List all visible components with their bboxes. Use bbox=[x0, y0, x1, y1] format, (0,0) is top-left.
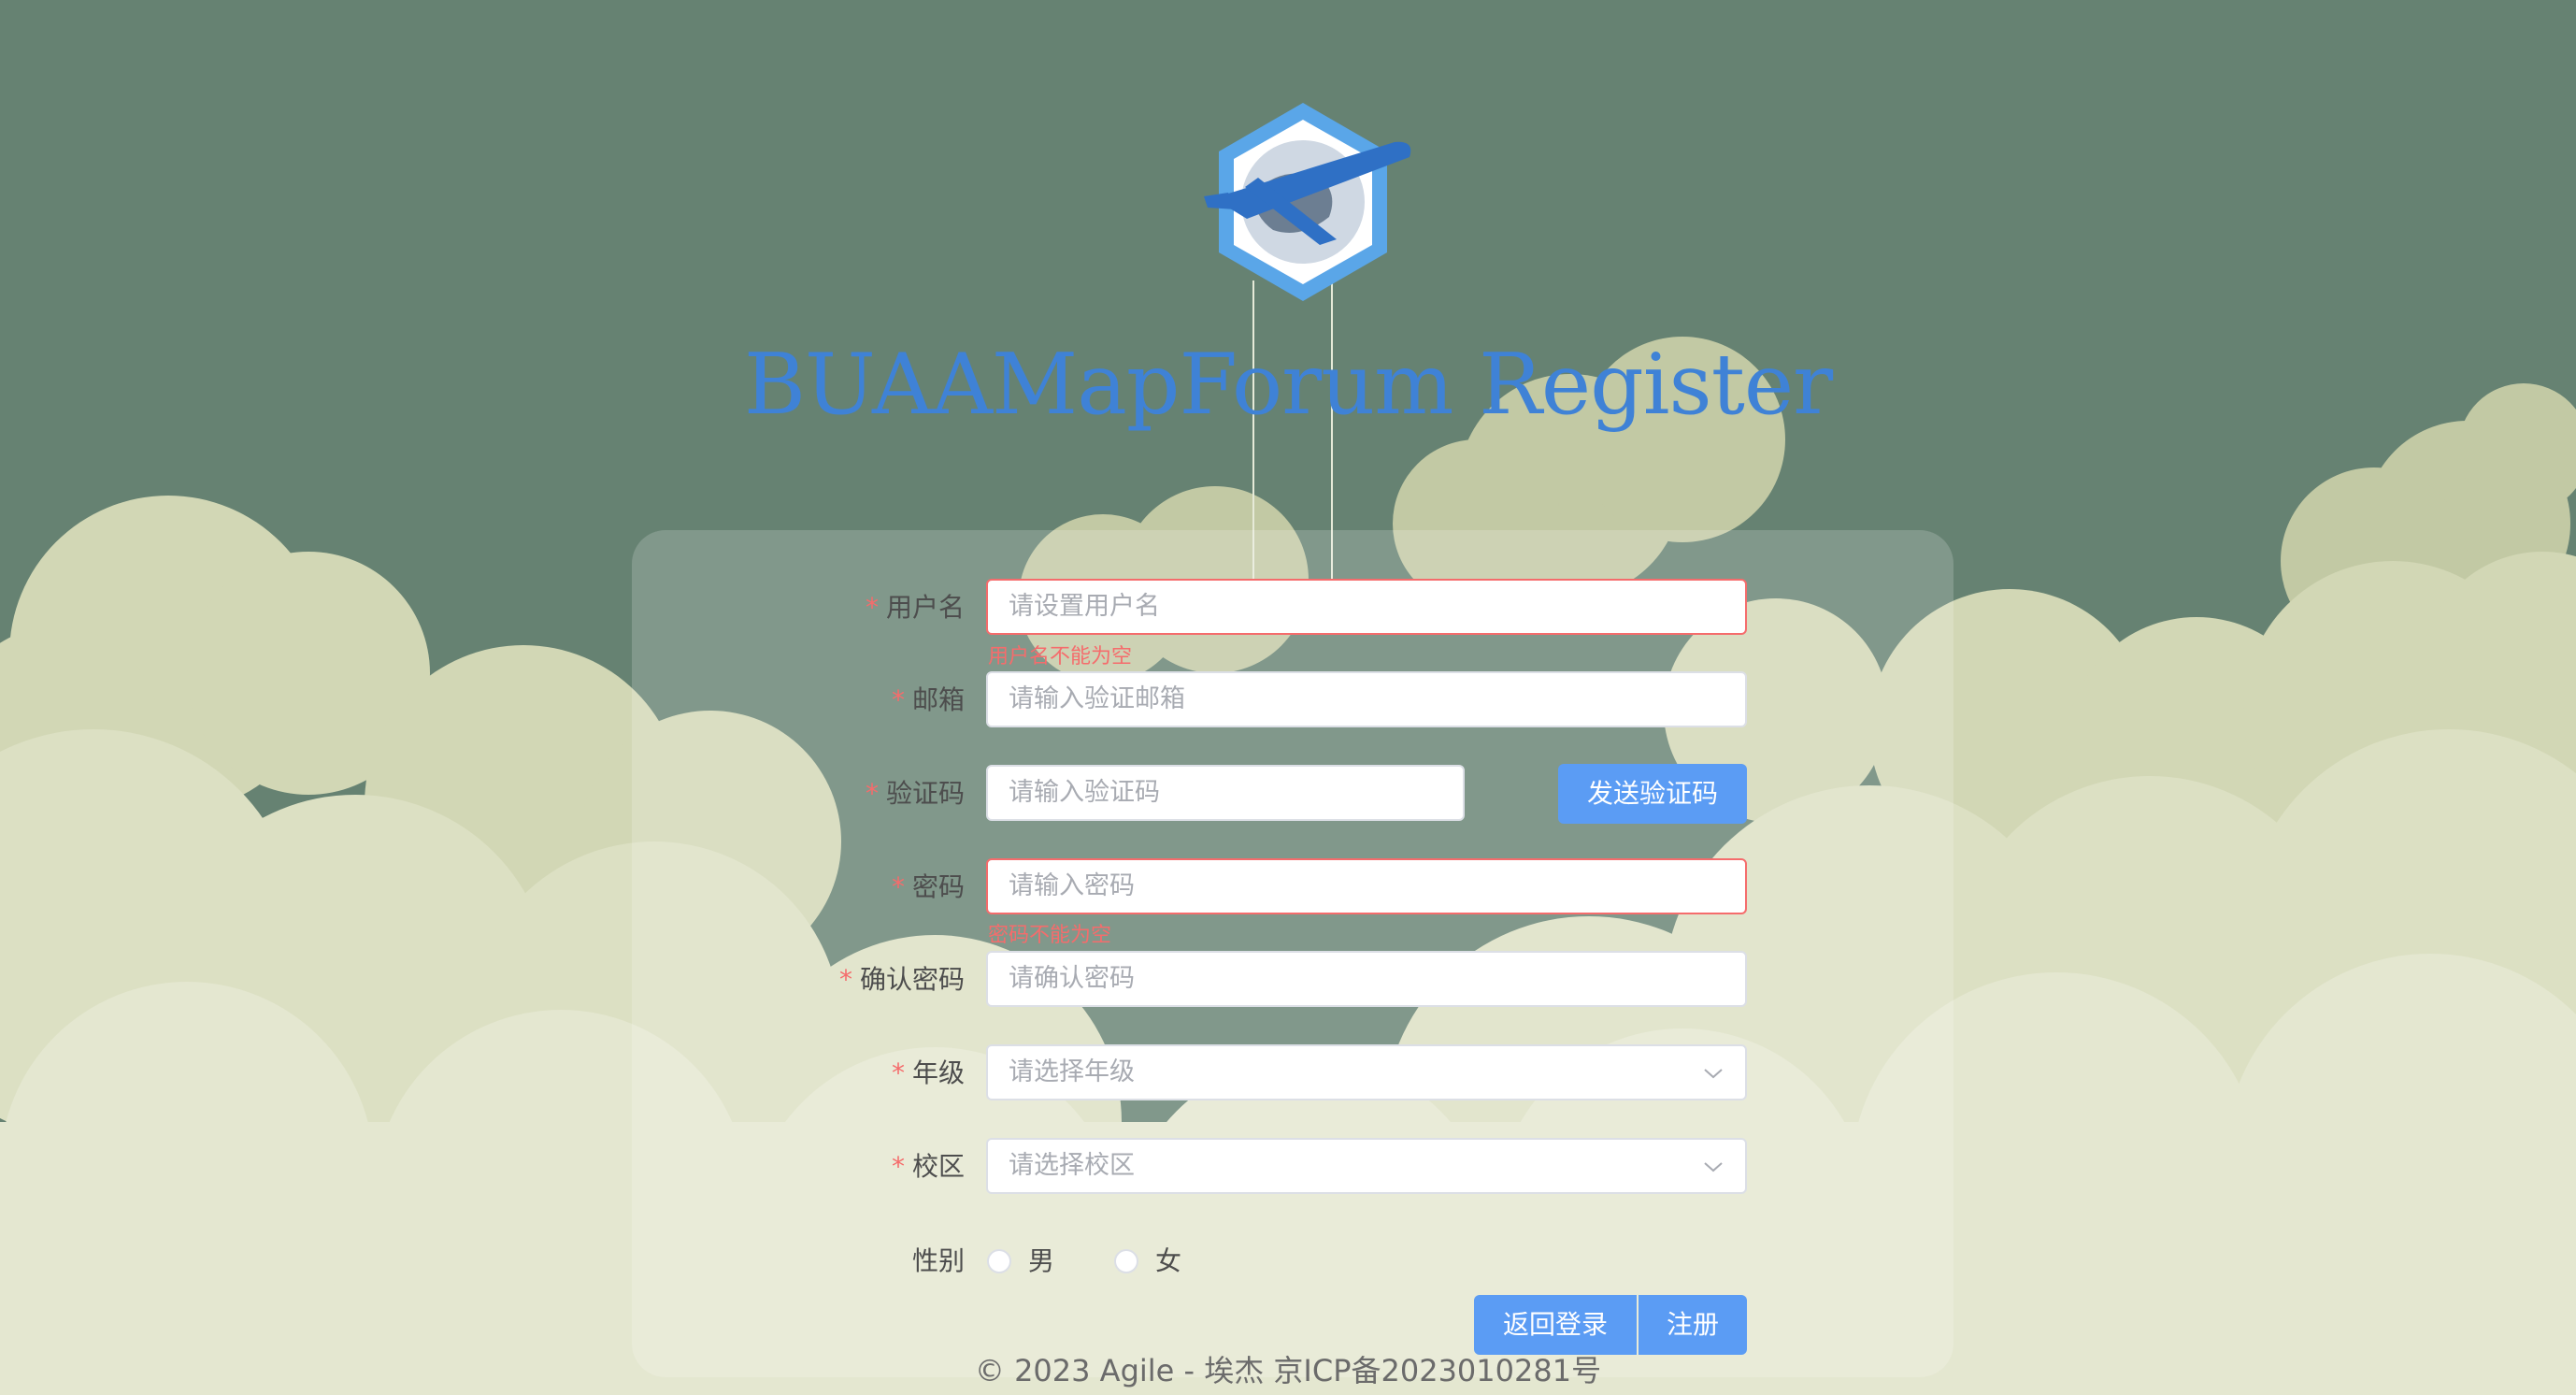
email-label-text: 邮箱 bbox=[911, 684, 965, 715]
grade-placeholder: 请选择年级 bbox=[1009, 1057, 1135, 1086]
required-mark: * bbox=[891, 684, 905, 715]
code-placeholder: 请输入验证码 bbox=[1009, 778, 1160, 807]
password-placeholder: 请输入密码 bbox=[1009, 871, 1135, 900]
email-input[interactable]: 请输入验证邮箱 bbox=[986, 671, 1747, 727]
grade-row: * 年级 请选择年级 bbox=[0, 1044, 2576, 1102]
confirm-password-input[interactable]: 请确认密码 bbox=[986, 951, 1747, 1007]
username-input[interactable]: 请设置用户名 bbox=[986, 579, 1747, 635]
username-label: * 用户名 bbox=[866, 579, 965, 637]
email-row: * 邮箱 请输入验证邮箱 bbox=[0, 671, 2576, 729]
password-label: * 密码 bbox=[892, 858, 965, 916]
confirm-label: * 确认密码 bbox=[839, 951, 965, 1009]
code-input[interactable]: 请输入验证码 bbox=[986, 765, 1465, 821]
chevron-down-icon bbox=[1704, 1162, 1723, 1172]
gender-row: 性别 男 女 bbox=[0, 1232, 2576, 1290]
password-error: 密码不能为空 bbox=[988, 924, 1112, 947]
required-mark: * bbox=[865, 778, 879, 809]
campus-label: * 校区 bbox=[892, 1138, 965, 1196]
required-mark: * bbox=[891, 1151, 905, 1182]
back-to-login-button[interactable]: 返回登录 bbox=[1474, 1295, 1637, 1355]
password-label-text: 密码 bbox=[911, 871, 965, 902]
required-mark: * bbox=[891, 1057, 905, 1088]
grade-select[interactable]: 请选择年级 bbox=[986, 1044, 1747, 1100]
gender-label: 性别 bbox=[911, 1245, 965, 1276]
username-error: 用户名不能为空 bbox=[988, 645, 1133, 669]
footer-copyright: © 2023 Agile - 埃杰 京ICP备2023010281号 bbox=[974, 1353, 1602, 1388]
send-code-button[interactable]: 发送验证码 bbox=[1558, 764, 1747, 824]
email-label: * 邮箱 bbox=[892, 671, 965, 729]
email-placeholder: 请输入验证邮箱 bbox=[1009, 684, 1185, 713]
campus-row: * 校区 请选择校区 bbox=[0, 1138, 2576, 1196]
buaa-logo-icon bbox=[1204, 103, 1411, 301]
gender-option-male[interactable]: 男 bbox=[1028, 1232, 1054, 1290]
code-row: * 验证码 请输入验证码 发送验证码 bbox=[0, 764, 2576, 824]
campus-label-text: 校区 bbox=[911, 1151, 965, 1182]
chevron-down-icon bbox=[1704, 1069, 1723, 1079]
gender-radio-male[interactable] bbox=[987, 1249, 1011, 1273]
code-label: * 验证码 bbox=[866, 765, 965, 823]
register-button[interactable]: 注册 bbox=[1639, 1295, 1747, 1355]
code-label-text: 验证码 bbox=[885, 778, 965, 809]
campus-placeholder: 请选择校区 bbox=[1009, 1151, 1135, 1180]
confirm-placeholder: 请确认密码 bbox=[1009, 964, 1135, 993]
username-placeholder: 请设置用户名 bbox=[1009, 592, 1160, 621]
gender-option-female[interactable]: 女 bbox=[1155, 1232, 1181, 1290]
username-row: * 用户名 请设置用户名 bbox=[0, 579, 2576, 637]
grade-label-text: 年级 bbox=[911, 1057, 965, 1088]
required-mark: * bbox=[838, 964, 852, 995]
grade-label: * 年级 bbox=[892, 1044, 965, 1102]
gender-radio-female[interactable] bbox=[1114, 1249, 1138, 1273]
required-mark: * bbox=[891, 871, 905, 902]
campus-select[interactable]: 请选择校区 bbox=[986, 1138, 1747, 1194]
page-title: BUAAMapForum Register bbox=[743, 336, 1833, 434]
password-row: * 密码 请输入密码 bbox=[0, 858, 2576, 916]
confirm-label-text: 确认密码 bbox=[859, 964, 965, 995]
confirm-row: * 确认密码 请确认密码 bbox=[0, 951, 2576, 1009]
password-input[interactable]: 请输入密码 bbox=[986, 858, 1747, 914]
required-mark: * bbox=[865, 592, 879, 623]
username-label-text: 用户名 bbox=[885, 592, 965, 623]
